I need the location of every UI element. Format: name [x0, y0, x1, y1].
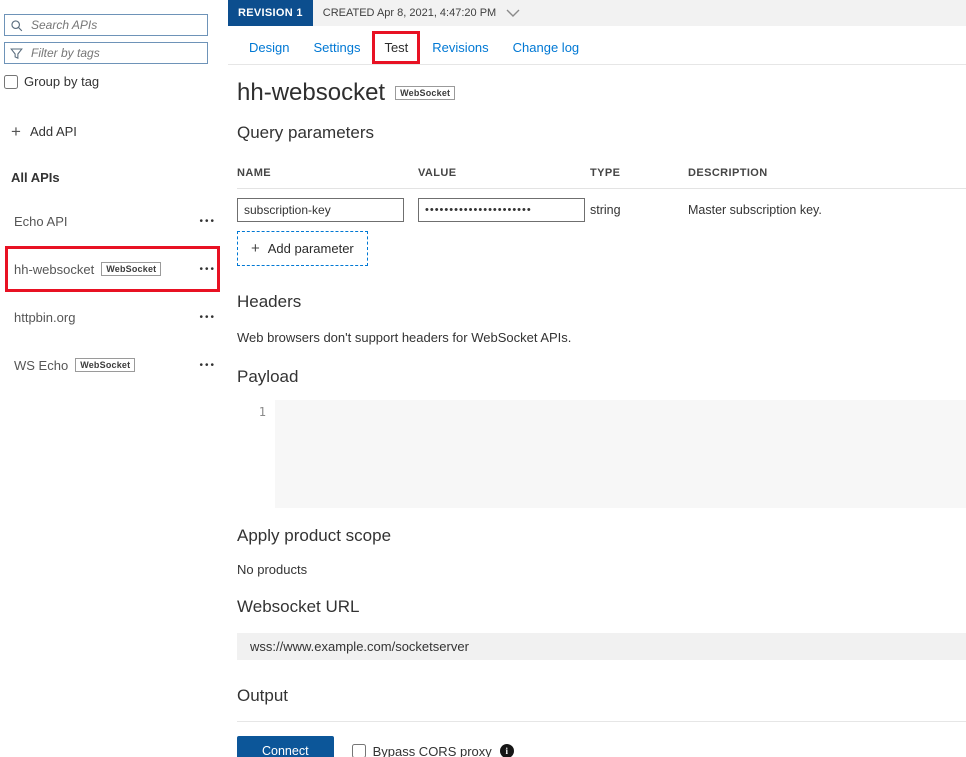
- product-scope-value: No products: [237, 562, 966, 577]
- filter-icon: [10, 47, 23, 60]
- api-item-label: httpbin.org: [14, 310, 75, 325]
- query-parameter-row: string Master subscription key.: [237, 198, 966, 222]
- output-heading: Output: [237, 686, 966, 706]
- page-title: hh-websocket: [237, 79, 385, 107]
- product-scope-heading: Apply product scope: [237, 526, 966, 546]
- add-parameter-button[interactable]: + Add parameter: [237, 231, 368, 266]
- column-header-description: DESCRIPTION: [688, 167, 966, 179]
- revision-badge: REVISION 1: [228, 0, 313, 26]
- api-sidebar: Group by tag + Add API All APIs Echo API…: [0, 0, 228, 757]
- connect-button[interactable]: Connect: [237, 736, 334, 757]
- output-divider: [237, 721, 966, 722]
- group-by-tag-row: Group by tag: [4, 74, 228, 89]
- bypass-cors-row: Bypass CORS proxy: [352, 744, 492, 757]
- payload-editor: 1: [237, 400, 966, 508]
- column-header-name: NAME: [237, 167, 418, 179]
- websocket-url-heading: Websocket URL: [237, 597, 966, 617]
- param-description: Master subscription key.: [688, 203, 966, 217]
- tab-settings[interactable]: Settings: [301, 31, 372, 64]
- websocket-url-field: wss://www.example.com/socketserver: [237, 633, 966, 660]
- tab-change-log[interactable]: Change log: [501, 31, 592, 64]
- search-apis-input[interactable]: [29, 17, 202, 33]
- created-label: CREATED Apr 8, 2021, 4:47:20 PM: [323, 7, 496, 19]
- test-tab-content: hh-websocket WebSocket Query parameters …: [228, 65, 966, 757]
- headers-message: Web browsers don't support headers for W…: [237, 330, 966, 345]
- add-parameter-label: Add parameter: [268, 241, 354, 256]
- search-apis-box: [4, 14, 208, 36]
- plus-icon: +: [251, 241, 260, 256]
- context-menu-icon[interactable]: •••: [199, 216, 216, 227]
- add-api-button[interactable]: + Add API: [4, 123, 77, 140]
- api-item-label: Echo API: [14, 214, 67, 229]
- api-list: Echo API ••• hh-websocket WebSocket ••• …: [4, 197, 228, 389]
- search-icon: [10, 19, 23, 32]
- api-list-item-httpbin[interactable]: httpbin.org •••: [4, 293, 228, 341]
- param-name-input[interactable]: [237, 198, 404, 222]
- bypass-cors-checkbox[interactable]: [352, 744, 366, 757]
- api-item-label: WS Echo: [14, 358, 68, 373]
- context-menu-icon[interactable]: •••: [199, 264, 216, 275]
- tab-design[interactable]: Design: [237, 31, 301, 64]
- websocket-badge: WebSocket: [101, 262, 161, 276]
- main-panel: REVISION 1 CREATED Apr 8, 2021, 4:47:20 …: [228, 0, 966, 757]
- api-list-item-hh-websocket[interactable]: hh-websocket WebSocket •••: [4, 245, 228, 293]
- tab-test[interactable]: Test: [372, 31, 420, 64]
- editor-line-number: 1: [237, 400, 275, 508]
- filter-tags-box: [4, 42, 208, 64]
- payload-code-area[interactable]: [275, 400, 966, 508]
- websocket-badge: WebSocket: [75, 358, 135, 372]
- websocket-badge: WebSocket: [395, 86, 455, 100]
- filter-tags-input[interactable]: [29, 45, 202, 61]
- query-parameters-table-header: NAME VALUE TYPE DESCRIPTION: [237, 167, 966, 189]
- column-header-type: TYPE: [590, 167, 688, 179]
- headers-heading: Headers: [237, 292, 966, 312]
- chevron-down-icon[interactable]: [506, 9, 520, 17]
- created-bar: CREATED Apr 8, 2021, 4:47:20 PM: [313, 0, 966, 26]
- group-by-tag-label: Group by tag: [24, 74, 99, 89]
- apim-test-page: Group by tag + Add API All APIs Echo API…: [0, 0, 966, 757]
- add-api-label: Add API: [30, 124, 77, 139]
- output-actions-row: Connect Bypass CORS proxy i: [237, 736, 966, 757]
- column-header-value: VALUE: [418, 167, 590, 179]
- info-icon[interactable]: i: [500, 744, 514, 757]
- param-value-input[interactable]: [418, 198, 585, 222]
- tab-revisions[interactable]: Revisions: [420, 31, 500, 64]
- context-menu-icon[interactable]: •••: [199, 312, 216, 323]
- api-title-row: hh-websocket WebSocket: [237, 79, 966, 107]
- api-list-item-ws-echo[interactable]: WS Echo WebSocket •••: [4, 341, 228, 389]
- plus-icon: +: [11, 123, 21, 140]
- tab-test-label: Test: [384, 40, 408, 55]
- bypass-cors-label: Bypass CORS proxy: [373, 744, 492, 757]
- api-list-item-echo-api[interactable]: Echo API •••: [4, 197, 228, 245]
- api-item-label: hh-websocket: [14, 262, 94, 277]
- all-apis-heading: All APIs: [4, 170, 228, 185]
- payload-heading: Payload: [237, 367, 966, 387]
- revision-topbar: REVISION 1 CREATED Apr 8, 2021, 4:47:20 …: [228, 0, 966, 26]
- query-parameters-heading: Query parameters: [237, 123, 966, 143]
- group-by-tag-checkbox[interactable]: [4, 75, 18, 89]
- context-menu-icon[interactable]: •••: [199, 360, 216, 371]
- websocket-url-value: wss://www.example.com/socketserver: [250, 639, 469, 654]
- api-tabs: Design Settings Test Revisions Change lo…: [228, 31, 966, 65]
- param-type: string: [590, 203, 688, 217]
